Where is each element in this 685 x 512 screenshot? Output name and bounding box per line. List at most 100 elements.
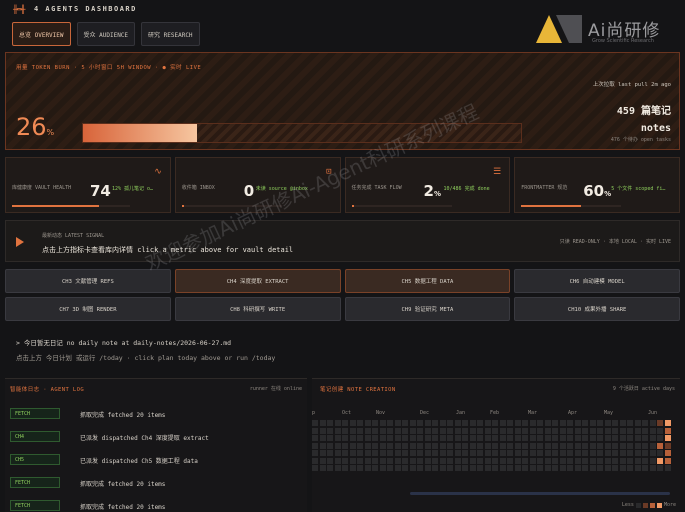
- chapter-button-ch9[interactable]: CH9 验证研究 META: [344, 297, 511, 321]
- heatmap-cell: [319, 457, 326, 464]
- heatmap-cell: [477, 465, 483, 471]
- heatmap-cell: [544, 427, 551, 434]
- heatmap-cell: [417, 457, 423, 464]
- legend-swatch: [656, 502, 662, 508]
- heatmap-cell: [349, 442, 356, 449]
- heatmap-cell: [642, 435, 648, 441]
- latest-signal-panel: 最新动态 LATEST SIGNAL 点击上方指标卡查看库内详情 click a…: [5, 220, 680, 262]
- heatmap-cell: [469, 427, 476, 434]
- chapter-button-ch6[interactable]: CH6 自动建模 MODEL: [514, 269, 680, 293]
- play-icon[interactable]: [16, 237, 24, 247]
- heatmap-cell: [567, 442, 573, 449]
- notes-count: 459 篇笔记 notes: [561, 103, 671, 137]
- card-meter: [521, 205, 622, 207]
- heatmap-cell: [507, 442, 513, 449]
- heatmap-cell: [372, 442, 378, 449]
- heatmap-cell: [657, 427, 663, 434]
- heatmap-cell: [379, 435, 386, 441]
- heatmap-cell: [387, 457, 393, 464]
- heatmap-cell: [454, 450, 461, 456]
- heatmap-cell: [582, 435, 588, 441]
- heatmap-cell: [664, 450, 671, 456]
- heatmap-cell: [537, 427, 543, 434]
- heatmap-cell: [417, 450, 423, 456]
- heatmap-cell: [469, 450, 476, 456]
- heatmap-cell: [612, 450, 618, 456]
- heatmap-cell: [417, 420, 423, 426]
- chapter-button-ch5[interactable]: CH5 数据工程 DATA: [344, 269, 511, 293]
- heatmap-cell: [409, 442, 416, 449]
- heatmap-cell: [664, 427, 671, 434]
- heatmap-cell: [612, 457, 618, 464]
- heatmap-cell: [379, 442, 386, 449]
- tab-research[interactable]: 研究 RESEARCH: [141, 22, 200, 46]
- tab-audience[interactable]: 受众 AUDIENCE: [76, 22, 136, 46]
- heatmap-cell: [544, 420, 551, 426]
- signal-message: 点击上方指标卡查看库内详情 click a metric above for v…: [42, 246, 294, 254]
- heatmap-cell: [349, 465, 356, 471]
- chapter-button-ch7[interactable]: CH7 3D 制图 RENDER: [5, 297, 171, 321]
- card-frontmatter[interactable]: FRONTMATTER 规范 60% 5 个文件 scoped fi…: [514, 157, 680, 213]
- heatmap-cell: [597, 427, 603, 434]
- heatmap-cell: [574, 420, 581, 426]
- checklist-icon: ☰: [493, 167, 502, 177]
- card-value: 60%: [583, 182, 611, 200]
- card-value-number: 60: [583, 182, 605, 200]
- heatmap-cell: [559, 427, 566, 434]
- heatmap-cell: [507, 427, 513, 434]
- card-task-flow[interactable]: ☰ 任务完成 TASK FLOW 2% 10/486 完成 done: [344, 157, 511, 213]
- heatmap-cell: [597, 457, 603, 464]
- heatmap-cell: [372, 465, 378, 471]
- heatmap-cell: [439, 420, 446, 426]
- card-inbox[interactable]: ⊡ 收件箱 INBOX 0 未读 source @inbox: [174, 157, 341, 213]
- heatmap-cell: [649, 442, 656, 449]
- heatmap-cell: [664, 457, 671, 464]
- heatmap-cell: [477, 450, 483, 456]
- signal-status: 只读 READ-ONLY · 本地 LOCAL · 实时 LIVE: [559, 239, 671, 245]
- heatmap-cell: [582, 427, 588, 434]
- heatmap-cell: [342, 427, 348, 434]
- heatmap-cell: [529, 450, 536, 456]
- card-value-number: 2: [423, 182, 434, 200]
- chapter-button-ch8[interactable]: CH8 科研撰写 WRITE: [174, 297, 341, 321]
- heatmap-cell: [394, 450, 401, 456]
- heatmap-cell: [552, 457, 558, 464]
- log-row: FETCH 抓取完成 fetched 20 items: [10, 407, 302, 421]
- card-vault-health[interactable]: ∿ 库健康度 VAULT HEALTH 74 12% 孤儿笔记 o…: [5, 157, 171, 213]
- tab-overview[interactable]: 总览 OVERVIEW: [12, 22, 71, 46]
- token-burn-percent: 26%: [16, 113, 54, 141]
- heatmap-cell: [424, 427, 431, 434]
- heatmap-cell: [447, 420, 453, 426]
- heatmap-cell: [612, 427, 618, 434]
- heatmap-cell: [342, 457, 348, 464]
- heatmap-cell: [387, 420, 393, 426]
- heatmap-cell: [597, 442, 603, 449]
- heatmap-cell: [657, 465, 663, 471]
- heatmap-scrollbar[interactable]: [410, 492, 670, 495]
- heatmap-cell: [627, 435, 633, 441]
- heatmap-cell: [484, 457, 491, 464]
- heatmap-cell: [484, 450, 491, 456]
- heatmap-cell: [642, 442, 648, 449]
- card-meter-fill: [181, 205, 184, 207]
- card-title: 收件箱 INBOX: [181, 185, 215, 191]
- heatmap-cell: [522, 427, 528, 434]
- heatmap-cell: [432, 442, 438, 449]
- heatmap-cell: [394, 435, 401, 441]
- heatmap-cell: [634, 442, 641, 449]
- heatmap-cell: [372, 427, 378, 434]
- month-label: Dec: [420, 410, 430, 416]
- heatmap-cell: [619, 427, 626, 434]
- card-subtitle: 10/486 完成 done: [443, 186, 490, 192]
- heatmap-cell: [379, 427, 386, 434]
- heatmap-cell: [537, 420, 543, 426]
- heatmap-cell: [409, 465, 416, 471]
- chapter-button-ch3[interactable]: CH3 文献管理 REFS: [5, 269, 171, 293]
- chapter-button-ch10[interactable]: CH10 成果外播 SHARE: [514, 297, 680, 321]
- card-title: FRONTMATTER 规范: [521, 185, 568, 191]
- heatmap-cell: [387, 442, 393, 449]
- note-creation-panel: 笔记创建 NOTE CREATION 9 个活跃日 active days p …: [312, 378, 680, 512]
- heatmap-cell: [627, 427, 633, 434]
- heatmap-cell: [372, 457, 378, 464]
- chapter-button-ch4[interactable]: CH4 深度提取 EXTRACT: [174, 269, 341, 293]
